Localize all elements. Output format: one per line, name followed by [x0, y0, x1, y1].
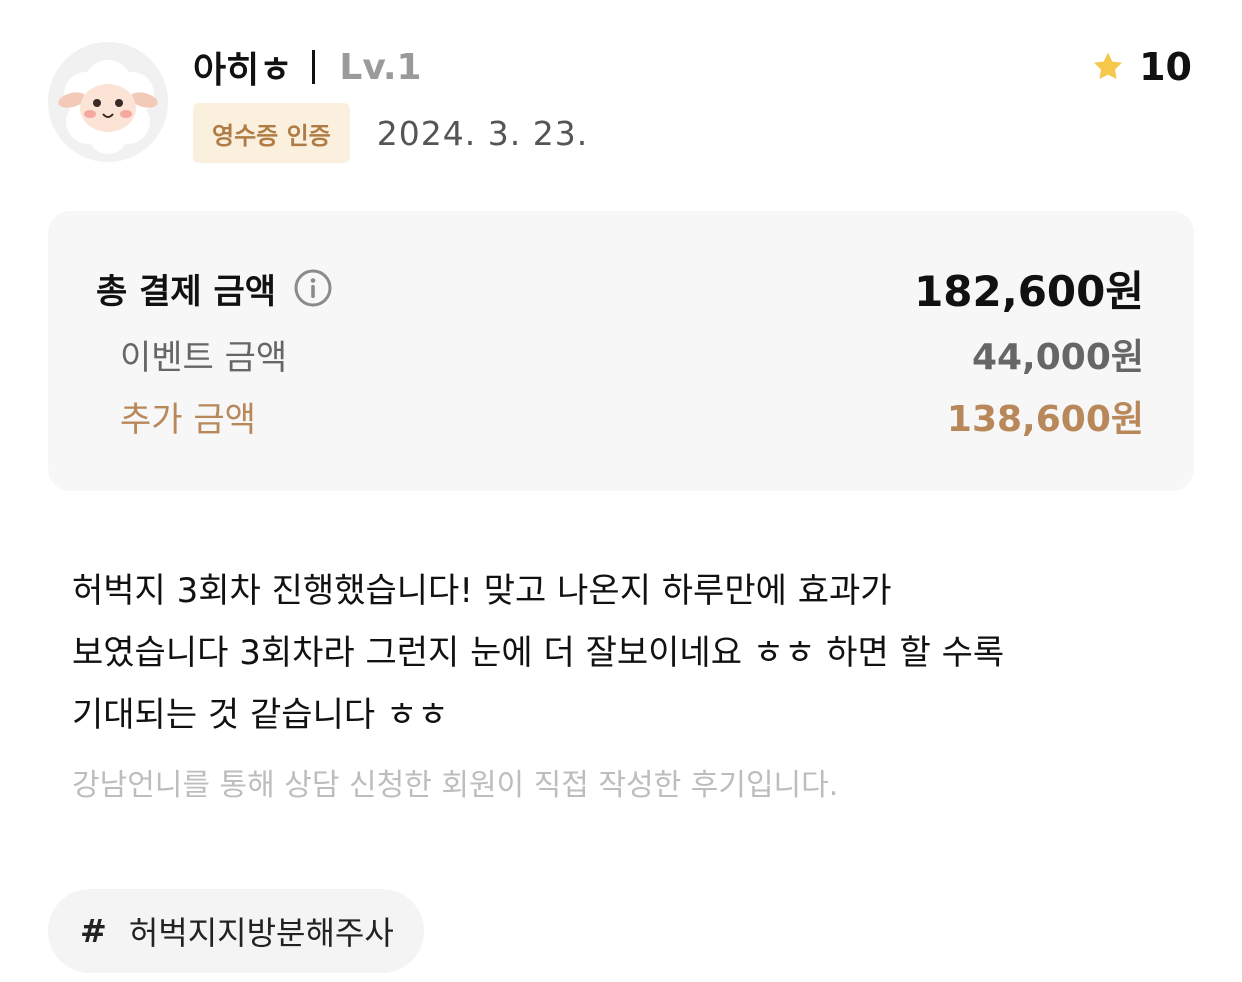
rating: 10	[1091, 40, 1192, 94]
review-disclaimer: 강남언니를 통해 상담 신청한 회원이 직접 작성한 후기입니다.	[72, 768, 839, 803]
star-icon	[1094, 52, 1123, 80]
divider	[312, 50, 316, 84]
total-payment-amount: 182,600원	[914, 266, 1144, 316]
review-text-line: 보였습니다 3회차라 그런지 눈에 더 잘보이네요 ㅎㅎ 하면 할 수록	[72, 633, 1005, 673]
extra-price-row: 추가 금액 138,600원	[96, 391, 1144, 441]
user-level: Lv.1	[339, 46, 422, 88]
payment-summary: 총 결제 금액 182,600원 이벤트 금액 44,000원 추가 금액 13…	[48, 211, 1194, 491]
rating-value: 10	[1139, 45, 1192, 89]
hash-icon: #	[80, 912, 107, 950]
hashtag-label: 허벅지지방분해주사	[128, 914, 394, 952]
event-price-row: 이벤트 금액 44,000원	[96, 329, 1144, 379]
user-info: 아히ㅎ Lv.1	[193, 40, 422, 94]
review-date: 2024. 3. 23.	[376, 113, 589, 153]
hashtag-chip[interactable]: # 허벅지지방분해주사	[48, 889, 424, 973]
review-meta: 영수증 인증 2024. 3. 23.	[193, 103, 588, 163]
review-text: 허벅지 3회차 진행했습니다! 맞고 나온지 하루만에 효과가 보였습니다 3회…	[72, 560, 1172, 746]
extra-price-label: 추가 금액	[120, 399, 256, 440]
total-payment-row: 총 결제 금액 182,600원	[96, 261, 1144, 316]
extra-price-amount: 138,600원	[946, 399, 1144, 440]
sheep-avatar-icon[interactable]	[48, 42, 168, 162]
total-payment-label-text: 총 결제 금액	[96, 271, 277, 312]
review-card: 아히ㅎ Lv.1 영수증 인증 2024. 3. 23. 10 총 결제 금액	[0, 0, 1242, 982]
total-payment-label: 총 결제 금액	[96, 264, 332, 313]
receipt-verified-badge: 영수증 인증	[193, 103, 350, 163]
review-text-line: 허벅지 3회차 진행했습니다! 맞고 나온지 하루만에 효과가	[72, 571, 892, 611]
info-icon[interactable]	[294, 269, 332, 307]
event-price-amount: 44,000원	[971, 337, 1144, 378]
event-price-label: 이벤트 금액	[120, 337, 288, 378]
user-nickname[interactable]: 아히ㅎ	[193, 41, 292, 93]
review-text-line: 기대되는 것 같습니다 ㅎㅎ	[72, 695, 449, 735]
